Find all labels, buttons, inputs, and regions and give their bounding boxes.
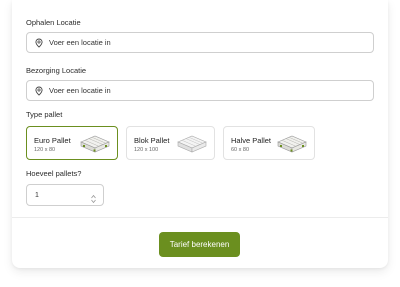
pallet-type-label: Type pallet [26, 110, 63, 119]
shipping-form-card: Ophalen Locatie Voer een locatie in Bezo… [12, 0, 388, 268]
pallet-option-euro[interactable]: Euro Pallet 120 x 80 [26, 126, 118, 160]
pallet-size: 120 x 80 [34, 147, 56, 153]
pallet-icon [175, 132, 209, 156]
delivery-location-input[interactable]: Voer een locatie in [26, 80, 374, 101]
pickup-location-placeholder: Voer een locatie in [49, 38, 111, 47]
pallet-size: 60 x 80 [231, 147, 250, 153]
location-pin-icon [34, 38, 44, 48]
pallet-option-blok[interactable]: Blok Pallet 120 x 100 [126, 126, 215, 160]
calculate-rate-button[interactable]: Tarief berekenen [159, 232, 240, 257]
quantity-stepper[interactable]: 1 [26, 184, 104, 206]
pallet-size: 120 x 100 [134, 147, 159, 153]
stepper-arrows-icon[interactable] [91, 191, 96, 204]
pallet-icon [78, 132, 112, 156]
pickup-label: Ophalen Locatie [26, 18, 81, 27]
pallet-option-halve[interactable]: Halve Pallet 60 x 80 [223, 126, 315, 160]
pickup-location-input[interactable]: Voer een locatie in [26, 32, 374, 53]
delivery-label: Bezorging Locatie [26, 66, 87, 75]
pallet-name: Halve Pallet [231, 136, 272, 145]
pallet-name: Blok Pallet [134, 136, 170, 145]
delivery-location-placeholder: Voer een locatie in [49, 86, 111, 95]
pallet-icon [275, 132, 309, 156]
divider [12, 217, 388, 218]
location-pin-icon [34, 86, 44, 96]
quantity-value: 1 [35, 192, 39, 199]
quantity-label: Hoeveel pallets? [26, 169, 82, 178]
pallet-name: Euro Pallet [34, 136, 71, 145]
